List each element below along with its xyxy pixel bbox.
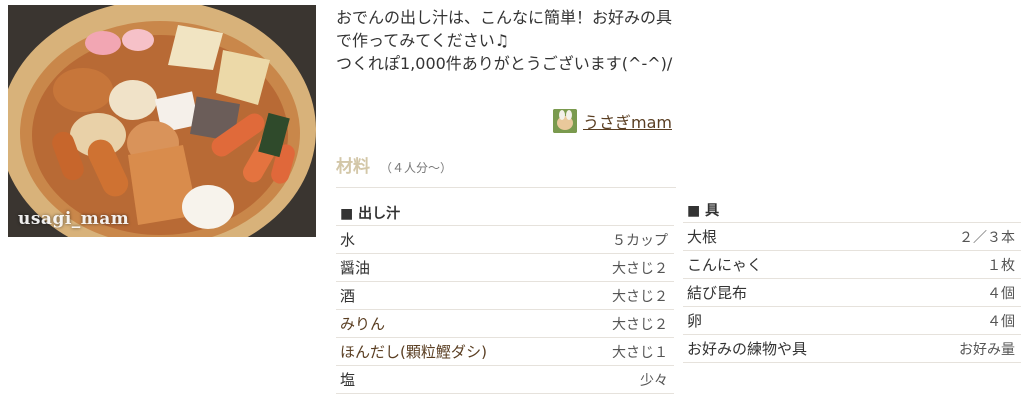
group-heading: ■ 出し汁 [336, 200, 674, 226]
ingredient-qty: ５カップ [612, 232, 668, 249]
ingredient-name-link[interactable]: ほんだし(顆粒鰹ダシ) [340, 341, 487, 362]
ingredients-header: 材料 （４人分〜） [336, 152, 676, 188]
ingredient-row: ほんだし(顆粒鰹ダシ) 大さじ１ [336, 338, 674, 366]
ingredient-qty: お好み量 [959, 341, 1015, 358]
ingredient-row: こんにゃく １枚 [683, 251, 1021, 279]
ingredient-name: 酒 [340, 287, 356, 305]
author-name[interactable]: うさぎmam [583, 109, 672, 133]
description-line-2: つくれぽ1,000件ありがとうございます(^-^)/ [336, 54, 673, 73]
ingredient-qty: ２／３本 [959, 229, 1015, 246]
ingredient-row: 大根 ２／３本 [683, 223, 1021, 251]
recipe-description: おでんの出し汁は、こんなに簡単！お好みの具で作ってみてください♫ つくれぽ1,0… [336, 6, 676, 75]
ingredient-name: 水 [340, 231, 356, 249]
description-line-1: おでんの出し汁は、こんなに簡単！お好みの具で作ってみてください♫ [336, 8, 673, 50]
recipe-photo[interactable]: usagi_mam [8, 5, 316, 237]
ingredient-name: 大根 [687, 228, 718, 246]
ingredient-group-broth: ■ 出し汁 水 ５カップ 醤油 大さじ２ 酒 大さじ２ みりん 大さじ２ ほんだ… [336, 200, 674, 394]
ingredient-qty: 大さじ１ [612, 344, 668, 361]
ingredient-name: 卵 [687, 312, 703, 330]
photo-watermark: usagi_mam [18, 209, 130, 229]
ingredient-row: お好みの練物や具 お好み量 [683, 335, 1021, 363]
ingredient-qty: 大さじ２ [612, 260, 668, 277]
ingredient-group-toppings: ■ 具 大根 ２／３本 こんにゃく １枚 結び昆布 ４個 卵 ４個 お好みの練物… [683, 197, 1021, 363]
ingredient-qty: ４個 [987, 313, 1015, 330]
ingredient-qty: 少々 [640, 372, 668, 389]
ingredient-row: 卵 ４個 [683, 307, 1021, 335]
ingredient-row: みりん 大さじ２ [336, 310, 674, 338]
ingredient-row: 醤油 大さじ２ [336, 254, 674, 282]
ingredient-qty: 大さじ２ [612, 316, 668, 333]
ingredient-name: 結び昆布 [687, 284, 748, 302]
servings-label: （４人分〜） [380, 161, 453, 175]
oden-pot-illustration [8, 5, 316, 237]
group-heading: ■ 具 [683, 197, 1021, 223]
ingredient-qty: 大さじ２ [612, 288, 668, 305]
ingredient-name: 醤油 [340, 259, 371, 277]
ingredient-qty: ４個 [987, 285, 1015, 302]
ingredient-name: お好みの練物や具 [687, 340, 808, 358]
ingredient-row: 塩 少々 [336, 366, 674, 394]
avatar[interactable] [553, 109, 577, 133]
ingredient-row: 酒 大さじ２ [336, 282, 674, 310]
ingredient-row: 結び昆布 ４個 [683, 279, 1021, 307]
ingredient-name-link[interactable]: みりん [340, 313, 385, 334]
author-link[interactable]: うさぎmam [553, 108, 672, 134]
ingredients-title: 材料 [336, 157, 370, 177]
ingredient-name: こんにゃく [687, 256, 763, 274]
ingredient-name: 塩 [340, 371, 356, 389]
ingredient-row: 水 ５カップ [336, 226, 674, 254]
ingredient-qty: １枚 [987, 257, 1015, 274]
